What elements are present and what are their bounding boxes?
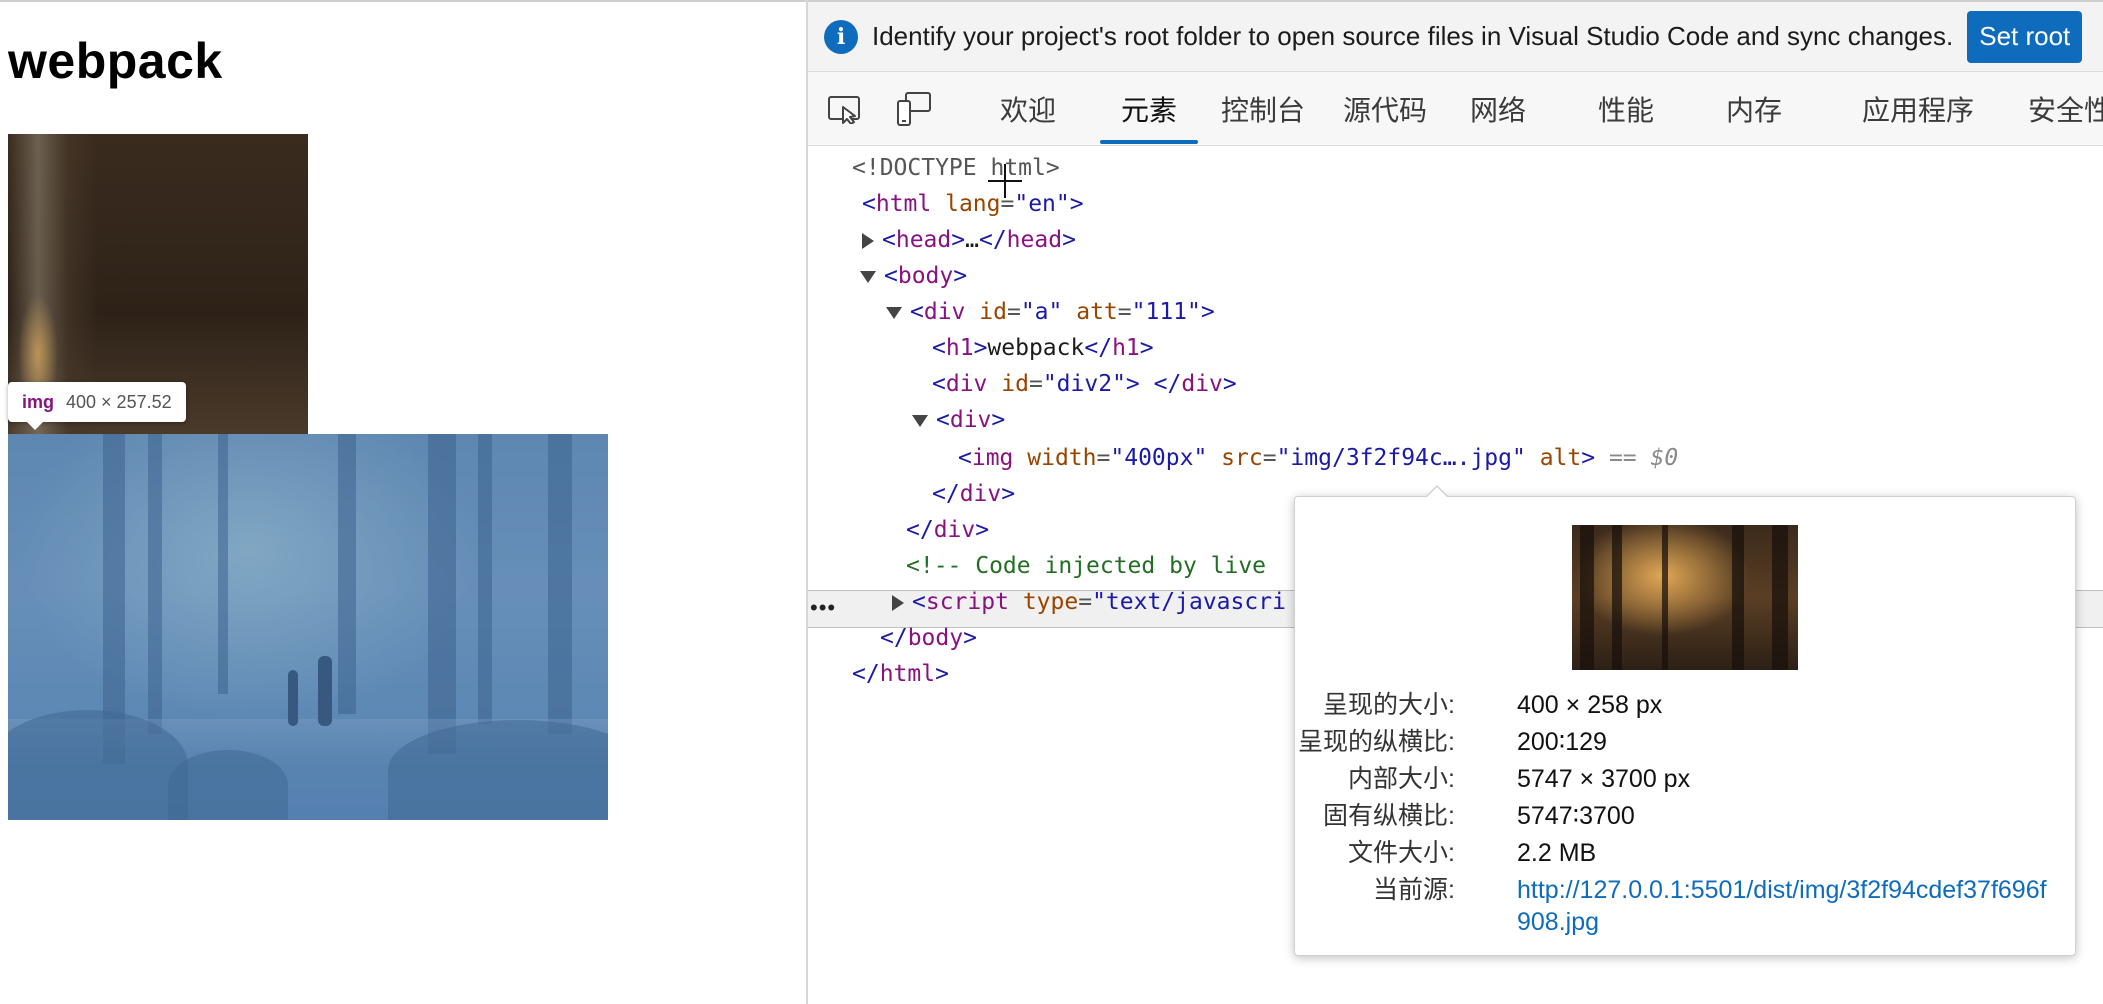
dom-script[interactable]: <script type="text/javascri xyxy=(892,584,1286,620)
tooltip-dimensions: 400 × 257.52 xyxy=(66,391,172,412)
tab-memory[interactable]: 内存 xyxy=(1714,72,1794,146)
element-inspect-tooltip: img 400 × 257.52 xyxy=(8,382,186,430)
tooltip-tag: img xyxy=(22,391,55,412)
preview-row-intrinsic-ratio: 固有纵横比: 5747∶3700 xyxy=(1323,802,1635,830)
expand-arrow-icon[interactable] xyxy=(892,594,904,611)
image-preview-popover: 呈现的大小: 400 × 258 px 呈现的纵横比: 200∶129 内部大小… xyxy=(1294,485,2076,956)
row-actions-icon[interactable]: ••• xyxy=(810,591,836,625)
preview-row-file-size: 文件大小: 2.2 MB xyxy=(1348,839,1597,867)
tab-sources[interactable]: 源代码 xyxy=(1330,72,1440,146)
current-source-link[interactable]: http://127.0.0.1:5501/dist/img/3f2f94cde… xyxy=(1517,874,2057,938)
preview-row-intrinsic-size: 内部大小: 5747 × 3700 px xyxy=(1348,765,1691,793)
inspect-element-icon[interactable] xyxy=(828,96,862,124)
collapse-arrow-icon[interactable] xyxy=(886,306,902,319)
tab-performance[interactable]: 性能 xyxy=(1586,72,1666,146)
dom-body-open[interactable]: <body> xyxy=(860,258,967,294)
device-emulation-icon[interactable] xyxy=(896,92,932,126)
dom-html-close[interactable]: </html> xyxy=(852,656,949,692)
dom-div2[interactable]: <div id="div2"> </div> xyxy=(932,366,1237,402)
dom-h1[interactable]: <h1>webpack</h1> xyxy=(932,330,1154,366)
rendered-page: webpack img 400 × 257.52 xyxy=(0,0,806,1004)
preview-row-current-source: 当前源: http://127.0.0.1:5501/dist/img/3f2f… xyxy=(1295,872,2075,942)
dom-div-open[interactable]: <div> xyxy=(912,402,1005,438)
element-highlight-overlay xyxy=(8,434,608,820)
infobar-message: Identify your project's root folder to o… xyxy=(872,21,1954,51)
dom-div-close[interactable]: </div> xyxy=(932,476,1015,512)
dom-div-a[interactable]: <div id="a" att="111"> xyxy=(886,294,1215,330)
dom-body-close[interactable]: </body> xyxy=(880,620,977,656)
expand-arrow-icon[interactable] xyxy=(862,232,874,249)
dom-html-open[interactable]: <html lang="en"> xyxy=(862,186,1084,222)
dom-img-selected[interactable]: <img width="400px" src="img/3f2f94c….jpg… xyxy=(958,440,1678,476)
dom-comment[interactable]: <!-- Code injected by live xyxy=(906,548,1266,584)
dom-head-collapsed[interactable]: <head>…</head> xyxy=(862,222,1076,258)
set-root-button[interactable]: Set root xyxy=(1967,10,2083,63)
preview-row-rendered-size: 呈现的大小: 400 × 258 px xyxy=(1323,691,1663,719)
collapse-arrow-icon[interactable] xyxy=(860,270,876,283)
image-preview-thumbnail xyxy=(1572,525,1798,670)
crosshair-cursor-icon xyxy=(988,164,1022,198)
tab-network[interactable]: 网络 xyxy=(1458,72,1538,146)
page-heading: webpack xyxy=(8,33,223,89)
tab-security[interactable]: 安全性 xyxy=(2028,72,2103,146)
active-tab-indicator xyxy=(1100,140,1198,144)
preview-row-rendered-ratio: 呈现的纵横比: 200∶129 xyxy=(1298,728,1607,756)
tab-application[interactable]: 应用程序 xyxy=(1848,72,1988,146)
tab-console[interactable]: 控制台 xyxy=(1208,72,1318,146)
dom-doctype[interactable]: <!DOCTYPE html> xyxy=(852,150,1060,186)
info-icon: i xyxy=(824,19,858,54)
tab-elements[interactable]: 元素 xyxy=(1100,72,1198,146)
collapse-arrow-icon[interactable] xyxy=(912,414,928,427)
tab-welcome[interactable]: 欢迎 xyxy=(978,72,1078,146)
dom-div-a-close[interactable]: </div> xyxy=(906,512,989,548)
workspace-infobar: i Identify your project's root folder to… xyxy=(808,0,2103,72)
